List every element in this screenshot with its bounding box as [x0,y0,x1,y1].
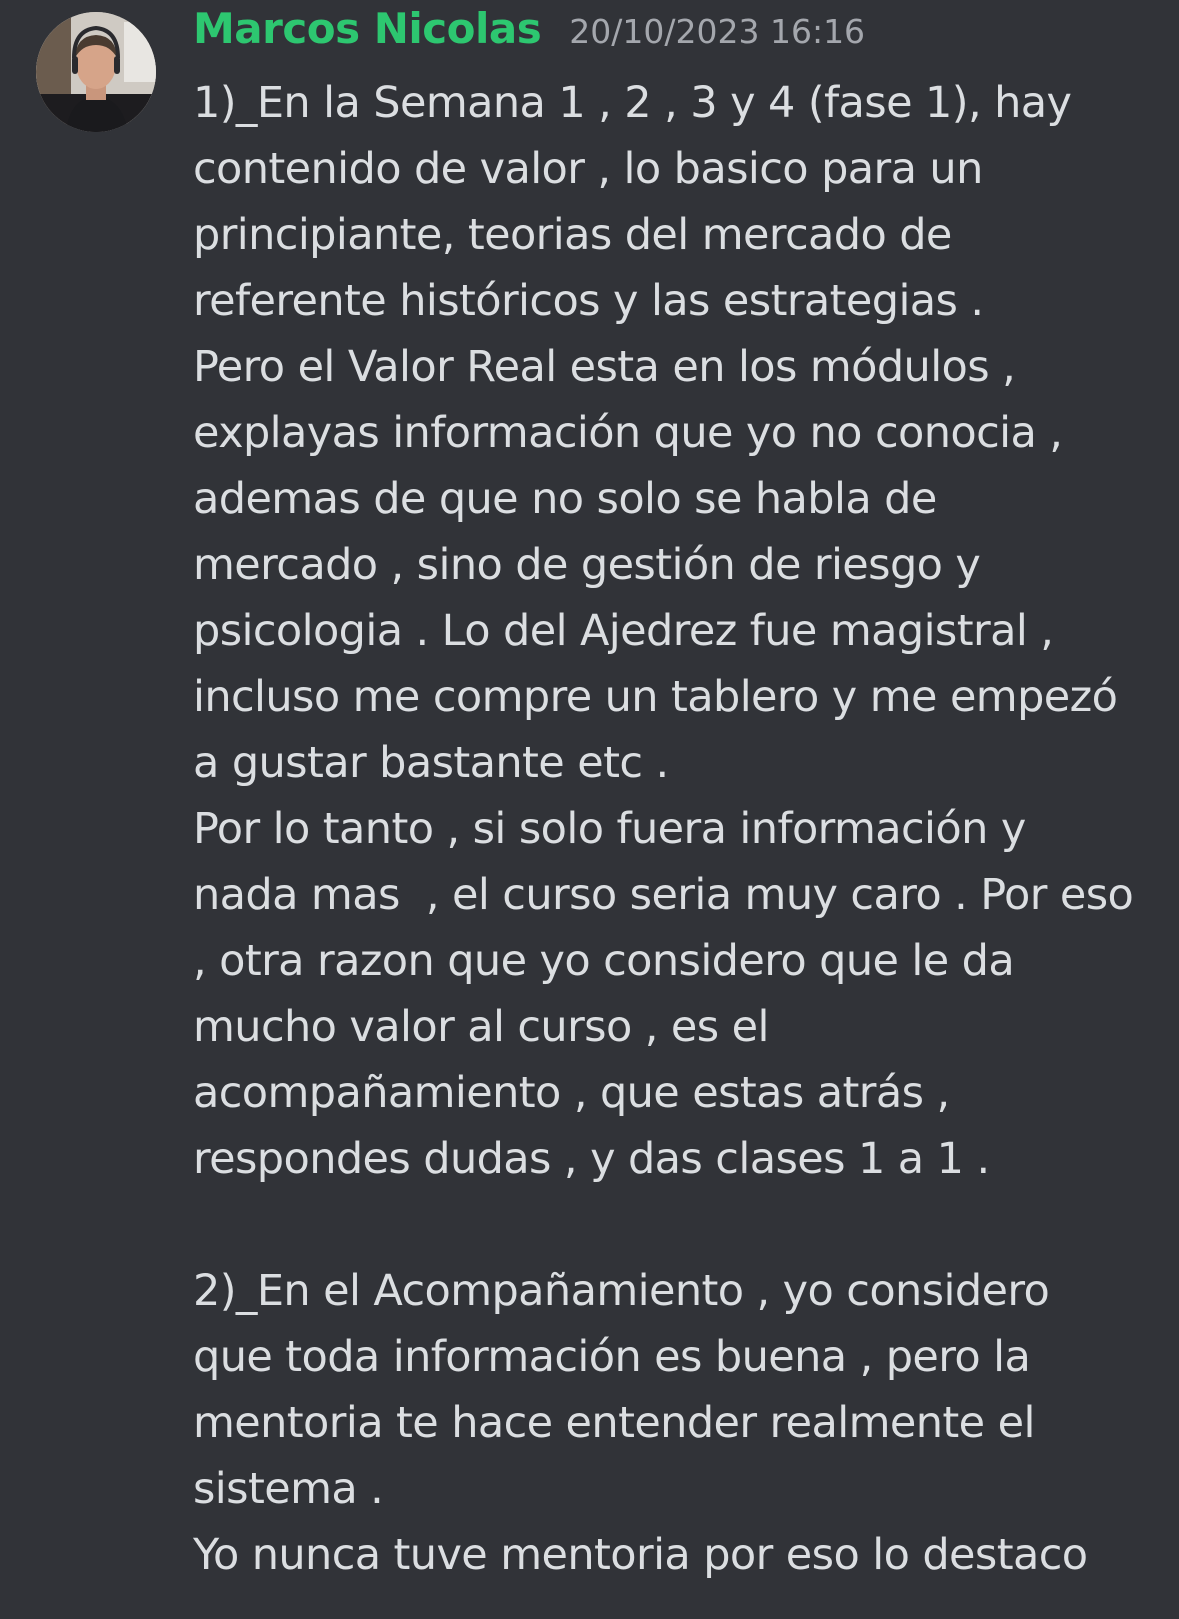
message-line: ademas de que no solo se habla de [193,474,937,524]
message-header: Marcos Nicolas 20/10/2023 16:16 [193,4,1153,68]
message-line: que toda información es buena , pero la [193,1332,1031,1382]
message-line: 1)_En la Semana 1 , 2 , 3 y 4 (fase 1), … [193,78,1072,128]
message-line-blank [193,1192,1153,1258]
message-line: a gustar bastante etc . [193,738,669,788]
message-line: Pero el Valor Real esta en los módulos , [193,342,1016,392]
message-line: explayas información que yo no conocia , [193,408,1063,458]
message-line: sistema . [193,1464,384,1514]
message-line: principiante, teorias del mercado de [193,210,952,260]
message-body: 1)_En la Semana 1 , 2 , 3 y 4 (fase 1), … [193,70,1153,1588]
message-line: mucho valor al curso , es el [193,1002,769,1052]
user-avatar[interactable] [36,12,156,132]
message-line: 2)_En el Acompañamiento , yo considero [193,1266,1050,1316]
chat-message: Marcos Nicolas 20/10/2023 16:16 1)_En la… [0,0,1179,1619]
message-line: referente históricos y las estrategias . [193,276,984,326]
avatar-photo-icon [36,12,156,132]
message-line: nada mas , el curso seria muy caro . Por… [193,870,1134,920]
message-line: mentoria te hace entender realmente el [193,1398,1035,1448]
message-line: Yo nunca tuve mentoria por eso lo destac… [193,1530,1088,1580]
message-line: Por lo tanto , si solo fuera información… [193,804,1026,854]
message-line: contenido de valor , lo basico para un [193,144,983,194]
username[interactable]: Marcos Nicolas [193,4,542,53]
message-line: , otra razon que yo considero que le da [193,936,1015,986]
timestamp: 20/10/2023 16:16 [569,12,866,51]
message-line: respondes dudas , y das clases 1 a 1 . [193,1134,990,1184]
message-line: incluso me compre un tablero y me empezó [193,672,1118,722]
message-line: mercado , sino de gestión de riesgo y [193,540,981,590]
message-content: Marcos Nicolas 20/10/2023 16:16 1)_En la… [193,4,1153,1588]
message-line: acompañamiento , que estas atrás , [193,1068,950,1118]
message-line: psicologia . Lo del Ajedrez fue magistra… [193,606,1054,656]
